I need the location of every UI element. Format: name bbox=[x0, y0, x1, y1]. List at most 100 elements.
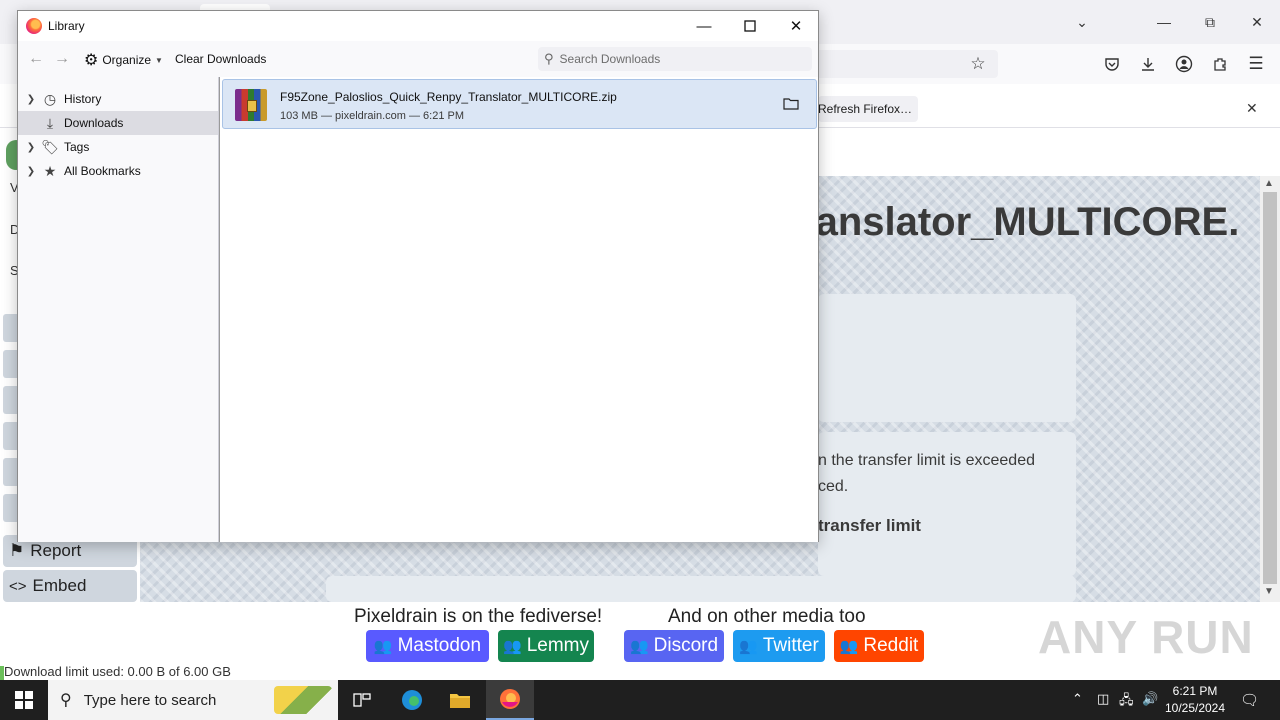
organize-button[interactable]: ⚙ Organize ▼ bbox=[84, 50, 163, 70]
people-icon: 👥 bbox=[503, 638, 522, 655]
sidebar-item-label: Tags bbox=[64, 140, 90, 154]
lemmy-button[interactable]: 👥 Lemmy bbox=[498, 630, 594, 662]
bookmark-star-icon[interactable]: ☆ bbox=[968, 54, 988, 74]
chevron-up-icon[interactable]: ⌃ bbox=[1072, 691, 1083, 707]
sidebar-item-label: All Bookmarks bbox=[64, 164, 141, 178]
people-icon: 👥 bbox=[739, 638, 758, 655]
windows-start-icon[interactable] bbox=[0, 680, 48, 720]
restore-icon[interactable]: ⧉ bbox=[1198, 10, 1222, 34]
library-toolbar: ← → ⚙ Organize ▼ Clear Downloads ⚲ bbox=[18, 41, 818, 77]
sidebar-item-history[interactable]: ❯ ◷ History bbox=[18, 87, 218, 111]
info-card bbox=[818, 294, 1076, 422]
clear-downloads-button[interactable]: Clear Downloads bbox=[175, 52, 266, 66]
clock-time: 6:21 PM bbox=[1172, 684, 1218, 698]
library-window: Library — ✕ ← → ⚙ Organize ▼ Clear Downl… bbox=[17, 10, 819, 542]
device-icon[interactable]: ◫ bbox=[1097, 691, 1109, 707]
search-highlight-icon bbox=[274, 686, 332, 714]
maximize-icon[interactable] bbox=[738, 15, 762, 37]
twitter-button[interactable]: 👥 Twitter bbox=[733, 630, 825, 662]
sidebar-item-tags[interactable]: ❯ 🏷 Tags bbox=[18, 135, 218, 159]
search-icon: ⚲ bbox=[544, 51, 554, 66]
download-meta: 103 MB — pixeldrain.com — 6:21 PM bbox=[280, 110, 465, 122]
discord-button[interactable]: 👥 Discord bbox=[624, 630, 724, 662]
discord-label: Discord bbox=[653, 635, 719, 656]
chevron-right-icon[interactable]: ❯ bbox=[22, 166, 40, 177]
downloads-list: F95Zone_Paloslios_Quick_Renpy_Translator… bbox=[219, 77, 818, 542]
close-icon[interactable]: ✕ bbox=[784, 15, 808, 37]
tag-icon: 🏷 bbox=[41, 138, 59, 155]
mastodon-button[interactable]: 👥 Mastodon bbox=[366, 630, 489, 662]
library-sidebar: ❯ ◷ History ⤓ Downloads ❯ 🏷 Tags ❯ ★ All… bbox=[18, 77, 219, 542]
menu-icon[interactable]: ☰ bbox=[1246, 54, 1266, 74]
taskbar: ⚲ Type here to search ⌃ ◫ 🖧 🔊 6:21 PM 10… bbox=[0, 680, 1280, 720]
clock-icon: ◷ bbox=[43, 90, 57, 107]
window-title: Library bbox=[48, 19, 85, 33]
volume-icon[interactable]: 🔊 bbox=[1142, 691, 1158, 707]
content-card bbox=[326, 576, 1076, 602]
edge-icon[interactable] bbox=[388, 680, 436, 720]
scroll-down-icon[interactable]: ▼ bbox=[1264, 586, 1274, 597]
taskbar-search[interactable]: ⚲ Type here to search bbox=[48, 680, 338, 720]
sidebar-item-all-bookmarks[interactable]: ❯ ★ All Bookmarks bbox=[18, 159, 218, 183]
sidebar-item-downloads[interactable]: ⤓ Downloads bbox=[18, 111, 218, 135]
reddit-button[interactable]: 👥 Reddit bbox=[834, 630, 924, 662]
chevron-right-icon[interactable]: ❯ bbox=[22, 94, 40, 105]
chevron-down-icon: ▼ bbox=[155, 55, 163, 65]
taskbar-search-placeholder: Type here to search bbox=[83, 691, 217, 709]
forward-arrow-icon[interactable]: → bbox=[54, 50, 70, 68]
sidebar-item-label: History bbox=[64, 92, 102, 106]
people-icon: 👥 bbox=[629, 638, 649, 655]
back-arrow-icon[interactable]: ← bbox=[28, 50, 44, 68]
close-icon[interactable]: ✕ bbox=[1245, 10, 1269, 34]
task-view-icon[interactable] bbox=[338, 680, 386, 720]
extensions-icon[interactable] bbox=[1210, 54, 1230, 74]
archive-file-icon bbox=[235, 89, 267, 121]
lemmy-label: Lemmy bbox=[526, 635, 589, 656]
fediverse-label: Pixeldrain is on the fediverse! bbox=[354, 606, 603, 627]
network-icon[interactable]: 🖧 bbox=[1119, 691, 1134, 713]
list-all-tabs-icon[interactable]: ⌄ bbox=[1070, 10, 1094, 34]
search-downloads-input[interactable] bbox=[559, 52, 800, 66]
search-box[interactable]: ⚲ bbox=[538, 47, 812, 71]
minimize-icon[interactable]: — bbox=[692, 15, 716, 37]
firefox-taskbar-icon[interactable] bbox=[486, 680, 534, 720]
gear-icon: ⚙ bbox=[84, 52, 99, 69]
people-icon: 👥 bbox=[839, 638, 859, 655]
page-scrollbar[interactable]: ▲ ▼ bbox=[1260, 176, 1280, 602]
code-icon: <> bbox=[9, 577, 27, 595]
download-filename: F95Zone_Paloslios_Quick_Renpy_Translator… bbox=[280, 90, 617, 104]
reddit-label: Reddit bbox=[863, 635, 919, 656]
twitter-label: Twitter bbox=[762, 635, 819, 656]
embed-label: Embed bbox=[32, 576, 87, 595]
library-titlebar[interactable]: Library — ✕ bbox=[18, 11, 818, 41]
close-notification-icon[interactable]: ✕ bbox=[1246, 100, 1258, 117]
refresh-firefox-button[interactable]: Refresh Firefox… bbox=[818, 96, 918, 122]
downloads-icon[interactable] bbox=[1138, 54, 1158, 74]
account-icon[interactable] bbox=[1174, 54, 1194, 74]
download-icon: ⤓ bbox=[46, 114, 54, 131]
other-media-label: And on other media too bbox=[668, 606, 866, 627]
scroll-thumb[interactable] bbox=[1263, 192, 1277, 584]
organize-label: Organize bbox=[102, 53, 152, 67]
download-limit-text: Download limit used: 0.00 B of 6.00 GB bbox=[4, 664, 231, 679]
download-item[interactable]: F95Zone_Paloslios_Quick_Renpy_Translator… bbox=[222, 79, 817, 129]
file-title: ranslator_MULTICORE. bbox=[800, 200, 1240, 244]
file-explorer-icon[interactable] bbox=[436, 680, 484, 720]
clock[interactable]: 6:21 PM 10/25/2024 bbox=[1160, 683, 1230, 717]
folder-icon[interactable] bbox=[783, 96, 799, 110]
embed-button[interactable]: <> Embed bbox=[3, 570, 137, 602]
transfer-limit-heading: transfer limit bbox=[818, 516, 921, 535]
search-icon: ⚲ bbox=[60, 692, 72, 709]
clock-date: 10/25/2024 bbox=[1164, 701, 1226, 715]
pocket-icon[interactable] bbox=[1102, 54, 1122, 74]
minimize-icon[interactable]: — bbox=[1152, 10, 1176, 34]
sidebar-item-label: Downloads bbox=[64, 116, 124, 130]
chevron-right-icon[interactable]: ❯ bbox=[22, 142, 40, 153]
notifications-icon[interactable]: 🗨 bbox=[1240, 691, 1259, 709]
report-label: Report bbox=[30, 541, 82, 560]
transfer-text: ced. bbox=[818, 478, 849, 495]
scroll-up-icon[interactable]: ▲ bbox=[1264, 178, 1274, 189]
transfer-text: n the transfer limit is exceeded bbox=[818, 452, 1035, 469]
watermark-logo: ANY RUN bbox=[1038, 611, 1254, 663]
people-icon: 👥 bbox=[373, 638, 393, 655]
